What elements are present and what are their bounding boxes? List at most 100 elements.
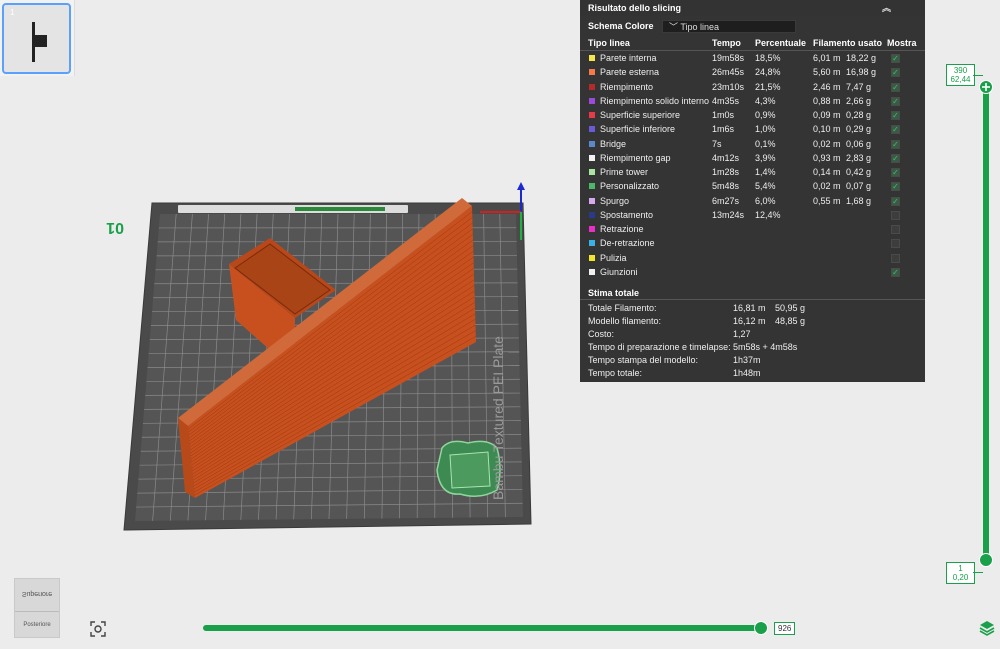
total-label: Totale Filamento:: [588, 303, 657, 313]
line-type-percentage: 0,9%: [755, 110, 776, 120]
show-checkbox[interactable]: ✓: [891, 82, 900, 92]
line-type-time: 1m6s: [712, 124, 735, 135]
show-checkbox[interactable]: ✓: [891, 54, 900, 63]
bottom-layer-label: 1 0,20: [946, 562, 975, 584]
z-axis-arrow: [517, 182, 525, 190]
fit-view-icon[interactable]: [89, 620, 107, 638]
line-type-row: Giunzioni ✓: [580, 266, 925, 280]
line-type-weight: 0,29 g: [846, 124, 872, 135]
line-type-percentage: 1,4%: [755, 167, 776, 177]
line-type-percentage: 0,1%: [755, 138, 776, 149]
line-type-name: Superficie inferiore: [600, 124, 676, 135]
line-type-weight: 2,83 g: [846, 152, 872, 163]
total-value: 1h48m: [733, 367, 761, 378]
line-type-length: 5,60 m: [813, 67, 841, 78]
color-swatch: [589, 211, 595, 218]
plus-icon[interactable]: [980, 81, 992, 93]
panel-title: Risultato dello slicing: [588, 3, 682, 13]
line-type-time: 4m12s: [712, 152, 740, 163]
plate-type-label: Bambu Textured PEI Plate: [490, 336, 506, 500]
line-type-name: Riempimento gap: [600, 152, 671, 163]
line-type-percentage: 3,9%: [755, 152, 776, 163]
color-swatch: [589, 97, 595, 104]
plate-list: 1: [0, 0, 75, 76]
line-type-percentage: 5,4%: [755, 181, 776, 192]
line-type-time: 1m0s: [712, 110, 735, 120]
line-type-time: 5m48s: [712, 181, 740, 192]
color-swatch: [589, 83, 595, 90]
line-type-weight: 0,07 g: [846, 181, 872, 192]
column-header-line-type: Tipo linea: [588, 38, 630, 48]
line-type-weight: 7,47 g: [846, 81, 872, 92]
line-type-time: 1m28s: [712, 167, 740, 177]
layer-slider-track[interactable]: [983, 86, 989, 560]
total-value-weight: 48,85 g: [775, 315, 806, 326]
color-swatch: [589, 268, 595, 275]
line-type-name: Spurgo: [600, 195, 630, 206]
line-type-length: 0,02 m: [813, 181, 841, 192]
line-type-weight: 0,42 g: [846, 167, 872, 177]
line-type-percentage: 24,8%: [755, 67, 781, 78]
line-type-row: Riempimento gap 4m12s 3,9% 0,93 m 2,83 g ✓: [580, 152, 925, 166]
show-checkbox[interactable]: ✓: [891, 96, 900, 106]
color-swatch: [589, 254, 595, 261]
color-swatch: [589, 240, 595, 247]
color-swatch: [589, 112, 595, 118]
collapse-icon[interactable]: ︽: [882, 0, 891, 16]
column-header-time: Tempo: [712, 38, 741, 48]
show-checkbox[interactable]: [891, 210, 900, 220]
line-type-name: Riempimento solido interno: [600, 95, 710, 106]
chevron-down-icon: ﹀: [669, 22, 679, 32]
line-type-time: 23m10s: [712, 81, 745, 92]
line-type-name: Spostamento: [600, 209, 654, 220]
line-type-row: Parete interna 19m58s 18,5% 6,01 m 18,22 g ✓: [580, 52, 925, 66]
header-divider: [580, 50, 925, 51]
layer-slider-bottom-handle[interactable]: [979, 553, 993, 567]
color-scheme-select[interactable]: ﹀ Tipo linea: [662, 20, 796, 33]
line-type-name: Personalizzato: [600, 181, 660, 192]
slicing-result-panel: Risultato dello slicing ︽ Schema Colore …: [580, 0, 925, 382]
line-type-row: Pulizia: [580, 252, 925, 266]
top-layer-label: 390 62,44: [946, 64, 975, 86]
show-checkbox[interactable]: ✓: [891, 125, 900, 135]
line-type-row: Prime tower 1m28s 1,4% 0,14 m 0,42 g ✓: [580, 166, 925, 180]
total-value-weight: 50,95 g: [775, 303, 806, 313]
show-checkbox[interactable]: ✓: [891, 182, 900, 192]
line-type-time: 6m27s: [712, 195, 740, 206]
show-checkbox[interactable]: [891, 239, 900, 249]
bottom-layer-height: 0,20: [952, 573, 969, 582]
total-value: 1h37m: [733, 354, 761, 365]
show-checkbox[interactable]: ✓: [891, 68, 900, 78]
show-checkbox[interactable]: ✓: [891, 168, 900, 177]
show-checkbox[interactable]: ✓: [891, 196, 900, 206]
plate-index: 1: [10, 8, 15, 17]
line-type-row: Spurgo 6m27s 6,0% 0,55 m 1,68 g ✓: [580, 195, 925, 209]
show-checkbox[interactable]: ✓: [891, 139, 900, 149]
line-type-row: Bridge 7s 0,1% 0,02 m 0,06 g ✓: [580, 138, 925, 152]
line-type-length: 0,93 m: [813, 152, 841, 163]
line-type-length: 0,09 m: [813, 110, 841, 120]
line-type-row: Superficie inferiore 1m6s 1,0% 0,10 m 0,29 g…: [580, 123, 925, 137]
move-slider-track[interactable]: [203, 625, 761, 631]
view-navigation-cube[interactable]: Superiore Posteriore: [14, 578, 60, 638]
total-label: Tempo totale:: [588, 367, 643, 378]
show-checkbox[interactable]: ✓: [891, 153, 900, 163]
line-type-weight: 2,66 g: [846, 95, 872, 106]
color-swatch: [589, 183, 595, 190]
total-label: Tempo di preparazione e timelapse:: [588, 341, 731, 352]
plate-thumbnail[interactable]: 1: [2, 3, 71, 74]
line-type-length: 0,02 m: [813, 138, 841, 149]
show-checkbox[interactable]: ✓: [891, 267, 900, 277]
line-type-weight: 1,68 g: [846, 195, 872, 206]
line-type-name: Parete esterna: [600, 67, 660, 78]
layers-icon[interactable]: [978, 619, 996, 637]
move-slider-value: 926: [774, 622, 796, 635]
line-type-row: Spostamento 13m24s 12,4%: [580, 209, 925, 223]
line-type-row: Personalizzato 5m48s 5,4% 0,02 m 0,07 g ✓: [580, 180, 925, 194]
show-checkbox[interactable]: [891, 225, 900, 234]
show-checkbox[interactable]: ✓: [891, 111, 900, 120]
show-checkbox[interactable]: [891, 253, 900, 263]
line-type-time: 13m24s: [712, 209, 745, 220]
color-swatch: [589, 126, 595, 133]
move-slider-handle[interactable]: [754, 621, 768, 635]
